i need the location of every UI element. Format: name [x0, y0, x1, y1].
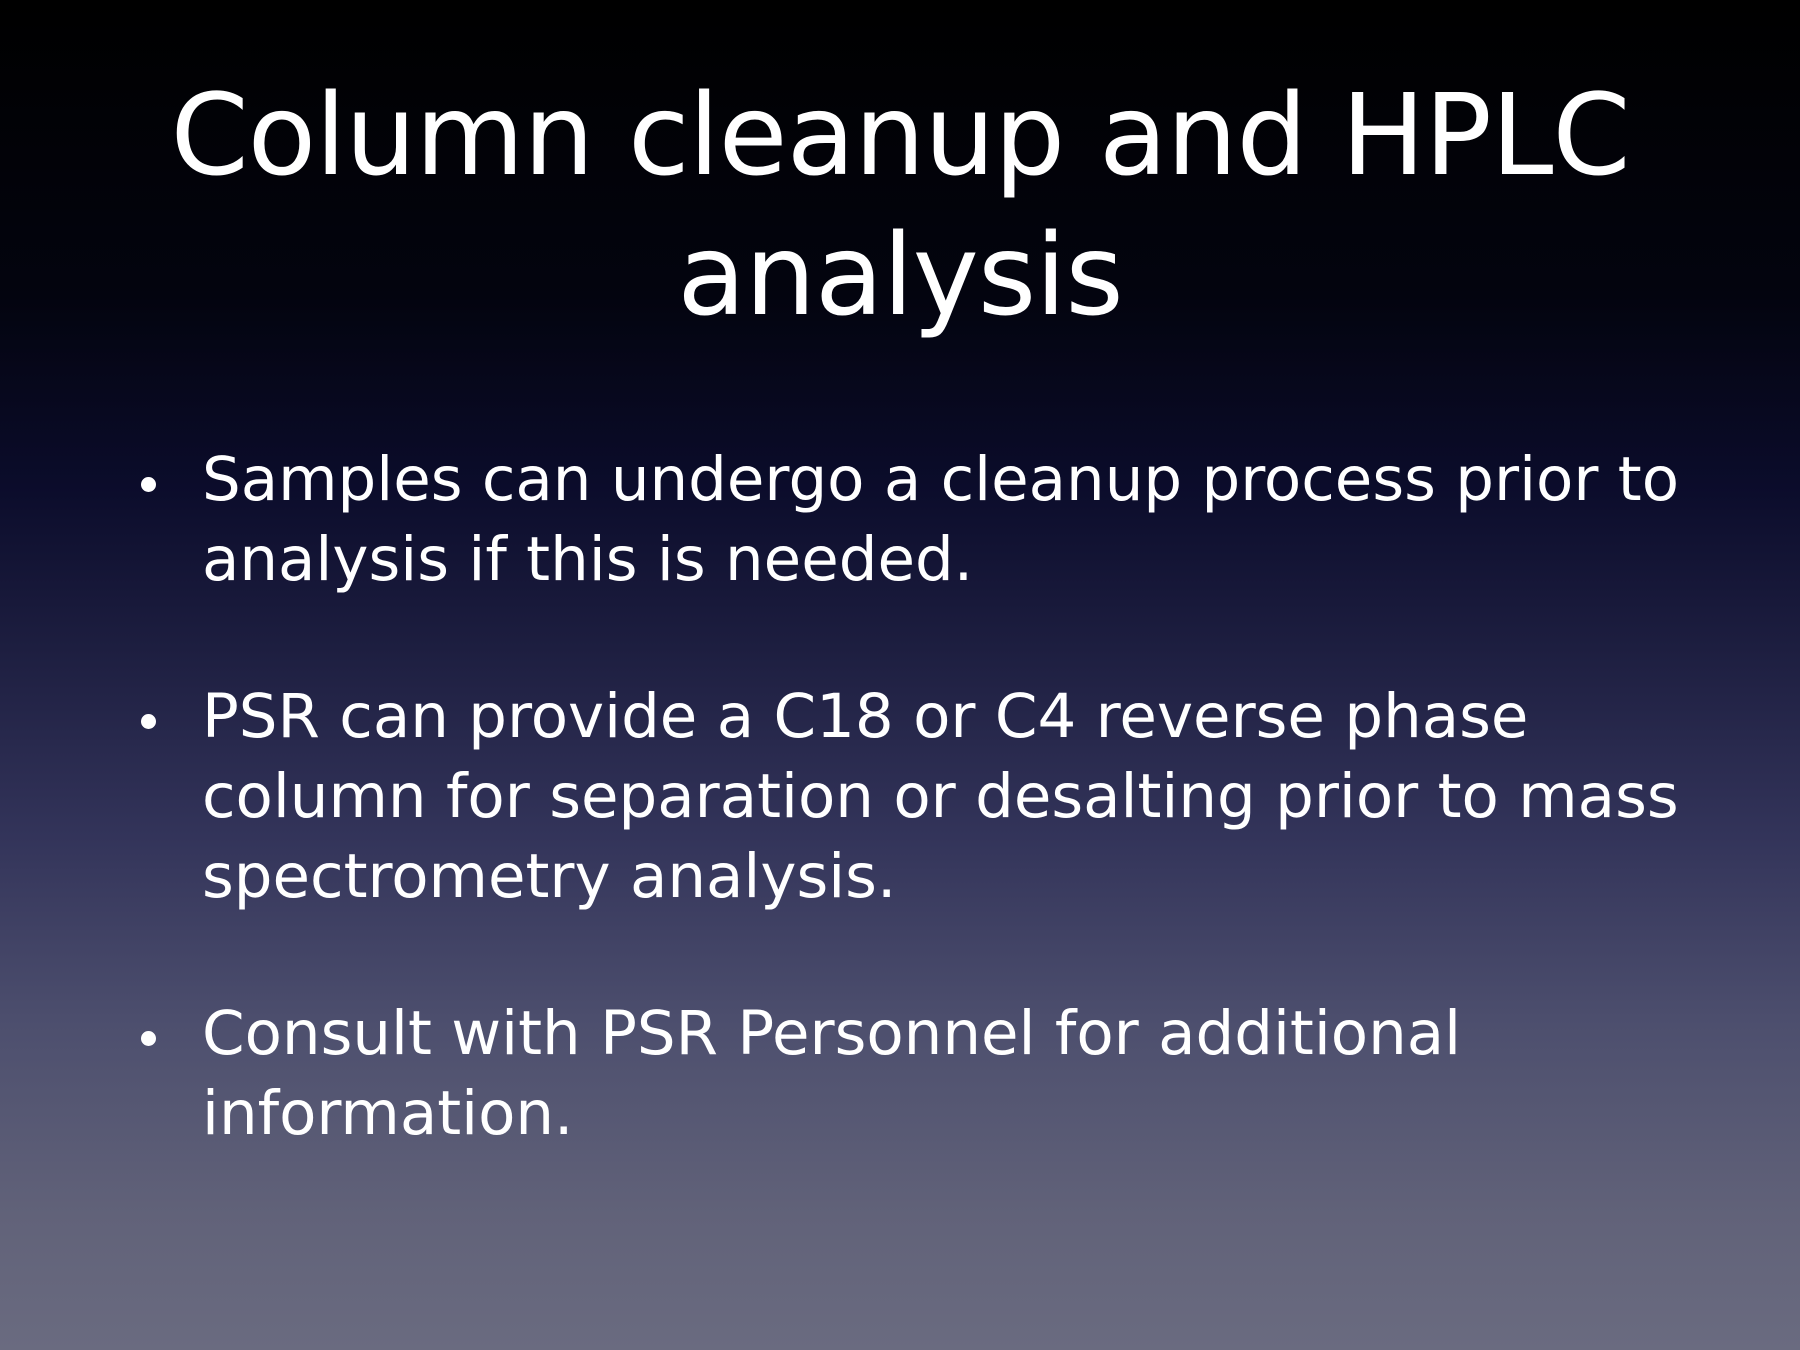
bullet-dot-icon — [141, 477, 156, 492]
bullet-text: Samples can undergo a cleanup process pr… — [202, 444, 1680, 595]
slide-title: Column cleanup and HPLC analysis — [170, 71, 1630, 341]
bullet-item: Consult with PSR Personnel for additiona… — [137, 994, 1697, 1154]
bullet-dot-icon — [141, 1031, 156, 1046]
bullet-text: PSR can provide a C18 or C4 reverse phas… — [202, 681, 1679, 912]
bullet-dot-icon — [141, 714, 156, 729]
bullet-list: Samples can undergo a cleanup process pr… — [137, 440, 1697, 1231]
bullet-item: Samples can undergo a cleanup process pr… — [137, 440, 1697, 600]
bullet-item: PSR can provide a C18 or C4 reverse phas… — [137, 677, 1697, 917]
bullet-text: Consult with PSR Personnel for additiona… — [202, 998, 1462, 1149]
slide: Column cleanup and HPLC analysis Samples… — [0, 0, 1800, 1350]
